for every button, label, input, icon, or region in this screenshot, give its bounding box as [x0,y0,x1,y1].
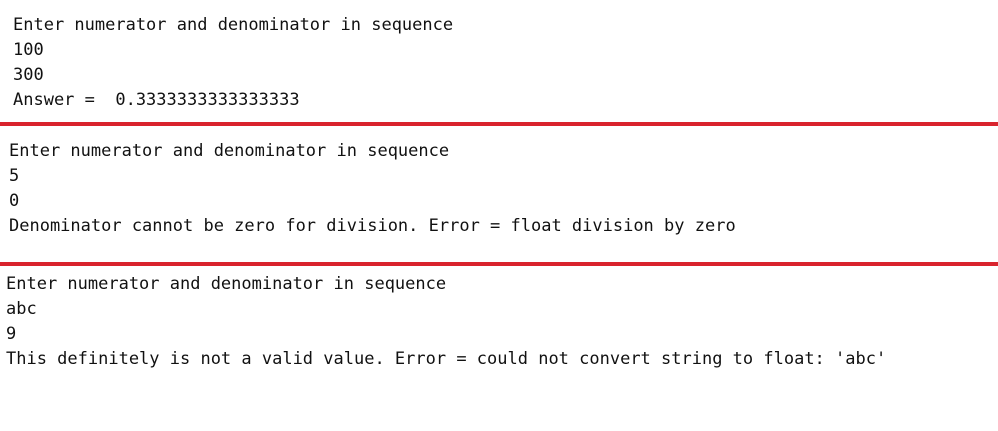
prompt-line: Enter numerator and denominator in seque… [9,141,450,161]
red-divider [0,262,998,266]
red-divider [0,122,998,126]
prompt-line: Enter numerator and denominator in seque… [6,274,447,294]
console-output-run-3: Enter numerator and denominator in seque… [0,272,998,372]
numerator-input-line: 100 [13,40,44,60]
numerator-input-line: abc [6,299,37,319]
console-output-run-2: Enter numerator and denominator in seque… [0,139,998,239]
numerator-input-line: 5 [9,166,20,186]
error-message-line: Denominator cannot be zero for division.… [9,216,736,236]
error-message-line: This definitely is not a valid value. Er… [6,349,887,369]
prompt-line: Enter numerator and denominator in seque… [13,15,454,35]
result-line: Answer = 0.3333333333333333 [13,90,300,110]
denominator-input-line: 0 [9,191,20,211]
console-output-run-1: Enter numerator and denominator in seque… [0,13,998,113]
denominator-input-line: 9 [6,324,17,344]
denominator-input-line: 300 [13,65,44,85]
